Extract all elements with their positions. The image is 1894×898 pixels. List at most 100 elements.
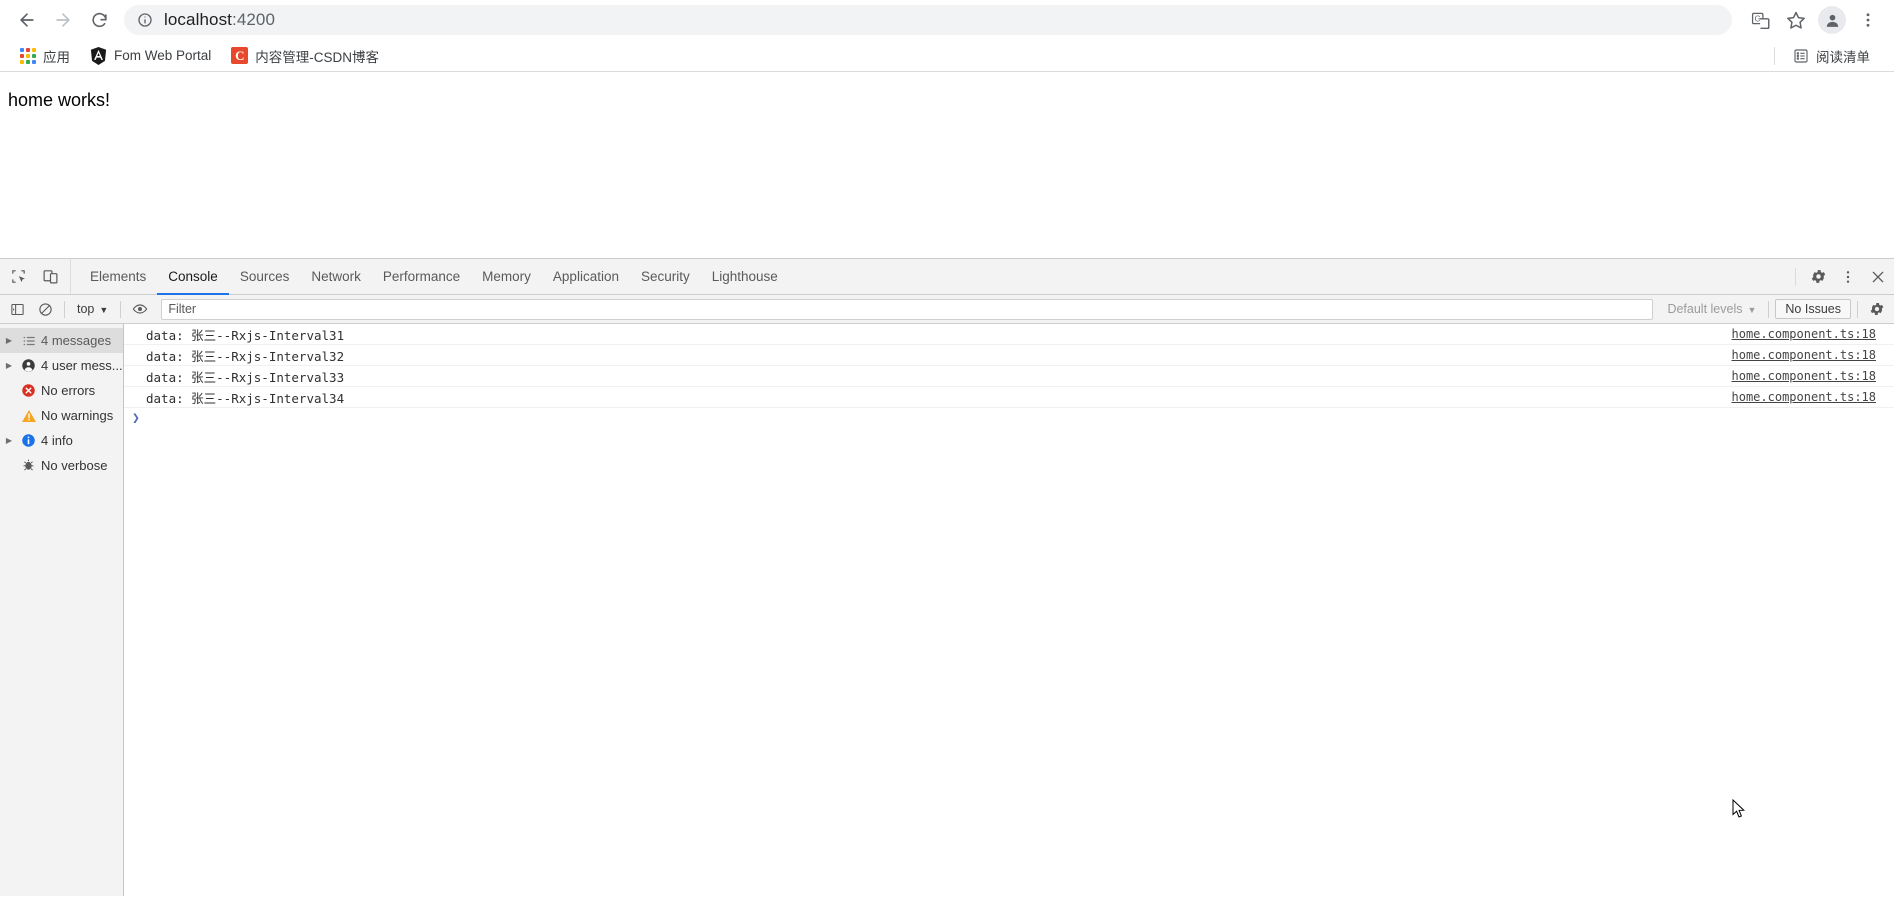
user-icon [19,358,38,373]
console-message-source-link[interactable]: home.component.ts:18 [1732,327,1877,341]
tab-sources[interactable]: Sources [229,260,301,295]
device-toolbar-icon[interactable] [36,263,64,291]
avatar [1818,6,1846,34]
tab-label: Memory [482,269,531,284]
profile-button[interactable] [1816,4,1848,36]
console-message-source-link[interactable]: home.component.ts:18 [1732,390,1877,404]
address-bar-url: localhost:4200 [164,10,275,30]
devtools-right-tools [1789,259,1894,294]
more-options-icon[interactable] [1834,263,1862,291]
expand-arrow-icon[interactable]: ▶ [2,361,16,370]
tab-label: Performance [382,269,461,284]
tab-label: Lighthouse [711,269,778,284]
mouse-cursor [1732,799,1746,818]
reading-list-label: 阅读清单 [1816,49,1870,65]
sidebar-item-label: No verbose [41,458,108,473]
bookmark-item-fom-web-portal[interactable]: Fom Web Portal [82,44,219,68]
console-sidebar-toggle-icon[interactable] [4,297,30,321]
log-levels-label: Default levels [1667,302,1743,316]
page-heading: home works! [8,90,111,110]
sidebar-item-user-messages[interactable]: ▶ 4 user mess... [0,353,123,378]
info-icon [19,433,38,448]
csdn-logo-icon: C [231,47,249,64]
console-message-row[interactable]: data: 张三--Rxjs-Interval33 home.component… [124,366,1894,387]
console-message-text: data: 张三--Rxjs-Interval31 [146,327,345,343]
bookmark-label: 应用 [43,49,70,65]
forward-button[interactable] [46,3,80,37]
console-toolbar: top ▼ Filter Default levels ▼ No Issues [0,295,1894,324]
console-body: ▶ 4 messages ▶ 4 user mess... No errors [0,324,1894,896]
tab-network[interactable]: Network [300,260,372,295]
sidebar-item-label: No errors [41,383,96,398]
chevron-down-icon: ▼ [99,304,109,315]
angular-logo-icon [90,46,107,65]
page-viewport: home works! [0,72,1894,258]
bookmark-label: Fom Web Portal [114,48,212,63]
expand-arrow-icon[interactable]: ▶ [2,336,16,345]
tab-console[interactable]: Console [157,260,229,295]
console-filter-placeholder: Filter [168,302,197,316]
console-message-source-link[interactable]: home.component.ts:18 [1732,348,1877,362]
clear-console-icon[interactable] [32,297,58,321]
devtools-left-tools [0,259,71,294]
toolbar-separator [64,300,65,318]
reading-list-icon [1793,48,1809,64]
console-sidebar: ▶ 4 messages ▶ 4 user mess... No errors [0,324,124,896]
console-settings-gear-icon[interactable] [1864,297,1890,321]
execution-context-selector[interactable]: top ▼ [71,300,114,318]
expand-arrow-icon[interactable]: ▶ [2,436,16,445]
sidebar-item-label: 4 info [41,433,73,448]
sidebar-item-label: 4 user mess... [41,358,123,373]
tab-performance[interactable]: Performance [372,260,471,295]
log-levels-dropdown[interactable]: Default levels ▼ [1661,300,1762,318]
sidebar-item-messages[interactable]: ▶ 4 messages [0,328,123,353]
devtools-panel: Elements Console Sources Network Perform… [0,258,1894,896]
console-message-text: data: 张三--Rxjs-Interval33 [146,369,345,385]
tab-elements[interactable]: Elements [79,260,157,295]
toolbar-separator [1768,300,1770,318]
sidebar-item-errors[interactable]: No errors [0,378,123,403]
bookmark-item-csdn[interactable]: C 内容管理-CSDN博客 [223,43,387,69]
toolbar-separator [1857,300,1858,318]
devtools-tab-list: Elements Console Sources Network Perform… [71,259,789,295]
site-info-icon[interactable] [136,11,154,29]
back-button[interactable] [10,3,44,37]
console-filter-input[interactable]: Filter [161,298,1654,320]
address-bar[interactable]: localhost:4200 [124,5,1732,35]
inspect-element-icon[interactable] [4,263,32,291]
devtools-tabbar: Elements Console Sources Network Perform… [0,259,1894,295]
warning-icon [19,408,38,424]
sidebar-item-warnings[interactable]: No warnings [0,403,123,428]
issues-button[interactable]: No Issues [1775,299,1851,319]
tab-application[interactable]: Application [542,260,630,295]
reload-button[interactable] [82,3,116,37]
bookmarks-bar: 应用 Fom Web Portal C 内容管理-CSDN博客 阅读清单 [0,40,1894,72]
settings-gear-icon[interactable] [1804,263,1832,291]
bookmark-item-apps[interactable]: 应用 [12,43,78,69]
live-expression-eye-icon[interactable] [127,297,153,321]
sidebar-item-verbose[interactable]: No verbose [0,453,123,478]
close-devtools-icon[interactable] [1864,263,1892,291]
console-message-row[interactable]: data: 张三--Rxjs-Interval31 home.component… [124,324,1894,345]
toolbar-separator [120,300,122,318]
tab-memory[interactable]: Memory [471,260,542,295]
chevron-down-icon: ▼ [1747,304,1757,315]
url-port: :4200 [232,10,276,29]
tab-lighthouse[interactable]: Lighthouse [701,260,789,295]
browser-toolbar: localhost:4200 G [0,0,1894,40]
reading-list-button[interactable]: 阅读清单 [1785,43,1878,69]
bookmark-star-icon[interactable] [1780,4,1812,36]
console-message-row[interactable]: data: 张三--Rxjs-Interval34 home.component… [124,387,1894,408]
console-message-source-link[interactable]: home.component.ts:18 [1732,369,1877,383]
sidebar-item-info[interactable]: ▶ 4 info [0,428,123,453]
translate-icon[interactable]: G [1744,4,1776,36]
verbose-icon [19,458,38,473]
chrome-menu-icon[interactable] [1852,4,1884,36]
console-message-text: data: 张三--Rxjs-Interval32 [146,348,345,364]
tab-label: Console [168,269,218,284]
console-message-text: data: 张三--Rxjs-Interval34 [146,390,345,406]
sidebar-item-label: No warnings [41,408,114,423]
console-input-prompt[interactable]: ❯ [124,408,1894,429]
tab-security[interactable]: Security [630,260,701,295]
console-message-row[interactable]: data: 张三--Rxjs-Interval32 home.component… [124,345,1894,366]
